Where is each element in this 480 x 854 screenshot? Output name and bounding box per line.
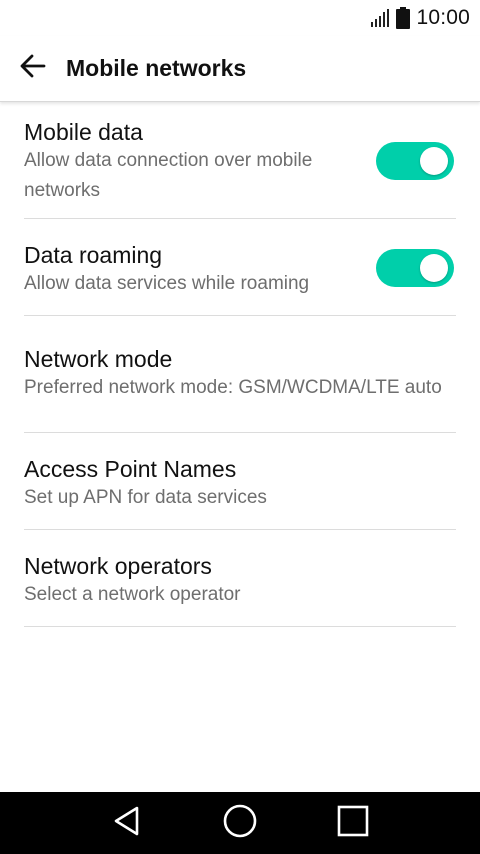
arrow-back-icon [19, 52, 47, 85]
data-roaming-toggle[interactable] [376, 249, 454, 287]
page-title: Mobile networks [66, 55, 247, 81]
signal-icon [370, 8, 390, 28]
back-button[interactable] [0, 36, 66, 102]
nav-home-icon [222, 803, 258, 844]
setting-network-operators[interactable]: Network operators Select a network opera… [24, 530, 456, 627]
mobile-data-toggle[interactable] [376, 142, 454, 180]
toggle-thumb [420, 254, 448, 282]
setting-title: Network operators [24, 553, 212, 579]
setting-title: Mobile data [24, 119, 143, 145]
settings-list: Mobile data Allow data connection over m… [24, 103, 456, 627]
setting-summary: Set up APN for data services [24, 487, 267, 508]
setting-access-point-names[interactable]: Access Point Names Set up APN for data s… [24, 433, 456, 530]
nav-back-icon [110, 804, 144, 843]
app-bar: Mobile networks [0, 36, 480, 102]
setting-mobile-data[interactable]: Mobile data Allow data connection over m… [24, 103, 456, 219]
setting-summary: Select a network operator [24, 584, 241, 605]
status-time: 10:00 [416, 6, 470, 29]
setting-title: Network mode [24, 346, 173, 372]
setting-network-mode[interactable]: Network mode Preferred network mode: GSM… [24, 316, 456, 433]
setting-data-roaming[interactable]: Data roaming Allow data services while r… [24, 219, 456, 316]
setting-summary: Allow data services while roaming [24, 273, 310, 294]
setting-title: Data roaming [24, 242, 163, 268]
nav-home-button[interactable] [215, 798, 265, 848]
setting-title: Access Point Names [24, 456, 237, 482]
setting-summary: Allow data connection over mobile networ… [24, 150, 313, 201]
status-bar: 10:00 [0, 0, 480, 36]
setting-summary: Preferred network mode: GSM/WCDMA/LTE au… [24, 377, 442, 398]
toggle-thumb [420, 147, 448, 175]
nav-back-button[interactable] [102, 798, 152, 848]
nav-recents-button[interactable] [328, 798, 378, 848]
screen: 10:00 Mobile networks Mobile data Allow … [0, 0, 480, 854]
nav-recents-icon [336, 804, 370, 843]
battery-icon [396, 7, 411, 29]
navigation-bar [0, 792, 480, 854]
